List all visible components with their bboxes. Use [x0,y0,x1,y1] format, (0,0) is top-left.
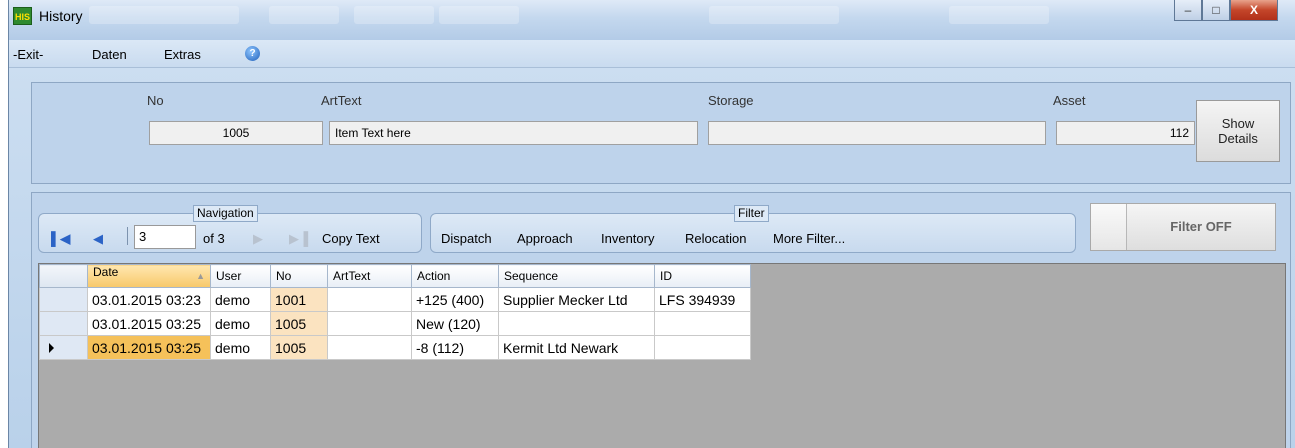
background-blur [354,6,434,24]
background-blur [709,6,839,24]
filter-title: Filter [734,205,769,222]
first-page-icon[interactable]: ▌◀ [51,231,70,247]
cell-date[interactable]: 03.01.2015 03:25 [87,311,211,336]
title-bar[interactable]: HIS History – □ X [9,0,1295,40]
menu-extras[interactable]: Extras [164,47,201,62]
background-blur [89,6,239,24]
cell-no[interactable]: 1005 [270,311,328,336]
filter-off-label: Filter OFF [1170,219,1232,234]
close-button[interactable]: X [1230,0,1278,21]
filter-toggle-side [1091,204,1127,250]
show-details-button[interactable]: Show Details [1196,100,1280,162]
history-grid-panel: Navigation ▌◀ ◀ 3 of 3 ▶ ▶▐ Copy Text Fi… [31,192,1291,448]
filter-group: Filter Dispatch Approach Inventory Reloc… [430,205,1076,253]
arttext-label: ArtText [321,93,362,108]
next-page-icon[interactable]: ▶ [253,231,263,247]
maximize-button[interactable]: □ [1202,0,1230,21]
cell-user[interactable]: demo [210,335,271,360]
previous-page-icon[interactable]: ◀ [93,231,103,247]
table-row[interactable]: 03.01.2015 03:25 demo 1005 New (120) [39,311,751,336]
show-details-label-line1: Show [1221,116,1255,131]
sort-ascending-icon: ▲ [196,271,205,281]
cell-date[interactable]: 03.01.2015 03:25 [87,335,211,360]
cell-sequence[interactable]: Supplier Mecker Ltd [498,287,655,312]
no-label: No [147,93,164,108]
cell-arttext[interactable] [327,287,412,312]
cell-action[interactable]: +125 (400) [411,287,499,312]
column-header-date-label: Date [93,265,119,279]
filter-dispatch[interactable]: Dispatch [441,231,492,246]
column-header-action[interactable]: Action [411,264,499,288]
filter-approach[interactable]: Approach [517,231,573,246]
table-row-selected[interactable]: 03.01.2015 03:25 demo 1005 -8 (112) Kerm… [39,335,751,360]
show-details-label-line2: Details [1218,131,1258,146]
article-header-panel: No 1005 ArtText Item Text here Storage A… [31,82,1291,184]
cell-id[interactable] [654,311,751,336]
cell-user[interactable]: demo [210,287,271,312]
last-page-icon[interactable]: ▶▐ [289,231,308,247]
column-header-sequence[interactable]: Sequence [498,264,655,288]
menu-daten[interactable]: Daten [92,47,127,62]
history-table: Date ▲ User No ArtText Action Sequence ID… [39,264,751,360]
cell-date[interactable]: 03.01.2015 03:23 [87,287,211,312]
window-title: History [39,8,83,24]
navigation-group: Navigation ▌◀ ◀ 3 of 3 ▶ ▶▐ Copy Text [38,205,422,253]
filter-relocation[interactable]: Relocation [685,231,746,246]
background-blur [439,6,519,24]
column-header-arttext[interactable]: ArtText [327,264,412,288]
menu-bar: -Exit- Daten Extras ? [9,40,1295,68]
page-count-label: of 3 [203,231,225,246]
cell-no[interactable]: 1001 [270,287,328,312]
copy-text-button[interactable]: Copy Text [322,231,380,246]
background-blur [269,6,339,24]
cell-action[interactable]: New (120) [411,311,499,336]
cell-no[interactable]: 1005 [270,335,328,360]
row-header[interactable] [39,311,88,336]
navigation-title: Navigation [193,205,258,222]
app-icon: HIS [13,7,32,25]
table-row[interactable]: 03.01.2015 03:23 demo 1001 +125 (400) Su… [39,287,751,312]
column-header-no[interactable]: No [270,264,328,288]
column-header-date[interactable]: Date ▲ [87,264,211,288]
cell-id[interactable]: LFS 394939 [654,287,751,312]
current-row-arrow-icon [49,342,54,353]
page-number-input[interactable]: 3 [134,225,196,249]
asset-label: Asset [1053,93,1086,108]
column-header-id[interactable]: ID [654,264,751,288]
background-blur [949,6,1049,24]
filter-more[interactable]: More Filter... [773,231,845,246]
menu-exit[interactable]: -Exit- [13,47,43,62]
cell-sequence[interactable] [498,311,655,336]
filter-off-button[interactable]: Filter OFF [1090,203,1276,251]
cell-arttext[interactable] [327,335,412,360]
corner-header[interactable] [39,264,88,288]
cell-sequence[interactable]: Kermit Ltd Newark [498,335,655,360]
help-icon[interactable]: ? [245,46,260,61]
arttext-field[interactable]: Item Text here [329,121,698,145]
filter-inventory[interactable]: Inventory [601,231,654,246]
no-field[interactable]: 1005 [149,121,323,145]
row-header-current[interactable] [39,335,88,360]
cell-arttext[interactable] [327,311,412,336]
cell-action[interactable]: -8 (112) [411,335,499,360]
cell-id[interactable] [654,335,751,360]
storage-label: Storage [708,93,754,108]
cell-user[interactable]: demo [210,311,271,336]
minimize-button[interactable]: – [1174,0,1202,21]
history-grid: Date ▲ User No ArtText Action Sequence ID… [38,263,1286,448]
asset-field[interactable]: 112 [1056,121,1195,145]
history-window: HIS History – □ X -Exit- Daten Extras ? … [8,0,1295,448]
column-header-user[interactable]: User [210,264,271,288]
nav-separator [127,227,128,245]
storage-field[interactable] [708,121,1046,145]
row-header[interactable] [39,287,88,312]
